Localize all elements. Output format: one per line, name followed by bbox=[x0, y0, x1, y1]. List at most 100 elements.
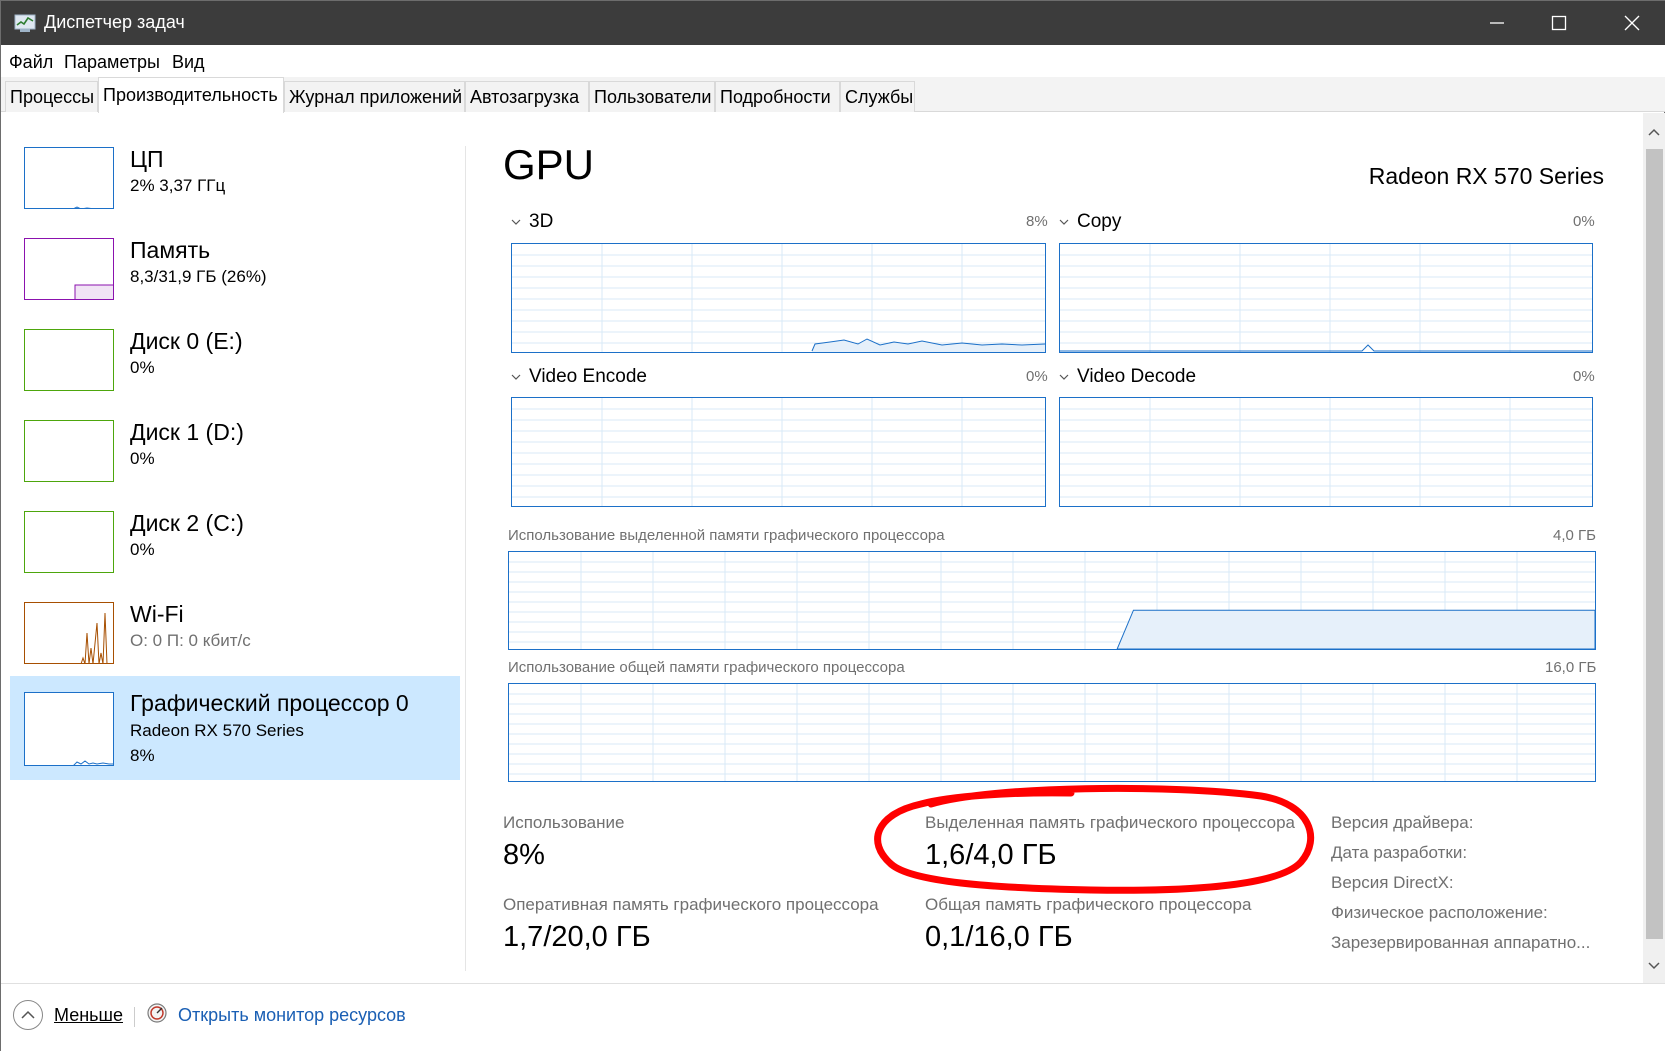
sidebar-item-detail: 2% 3,37 ГГц bbox=[130, 176, 226, 195]
tab-startup[interactable]: Автозагрузка bbox=[465, 81, 589, 112]
sidebar-item-disk-2[interactable]: Диск 2 (C:) 0% bbox=[10, 502, 460, 594]
engine-label: Video Encode bbox=[529, 366, 647, 387]
gpu-model-name: Radeon RX 570 Series bbox=[1368, 163, 1604, 189]
sidebar-item-name: Графический процессор 0 bbox=[130, 690, 409, 716]
driver-version-label: Версия драйвера: bbox=[1331, 813, 1474, 832]
open-resource-monitor-link[interactable]: Открыть монитор ресурсов bbox=[178, 1005, 406, 1026]
engine-video-decode-selector[interactable]: Video Decode bbox=[1059, 366, 1196, 388]
sidebar-item-wifi[interactable]: Wi-Fi О: 0 П: 0 кбит/с bbox=[10, 593, 460, 685]
close-button[interactable] bbox=[1601, 1, 1663, 45]
tab-details[interactable]: Подробности bbox=[715, 81, 840, 112]
disk1-thumbnail-graph bbox=[24, 420, 114, 482]
resource-monitor-icon bbox=[147, 1003, 167, 1023]
engine-video-encode-graph bbox=[511, 397, 1046, 507]
title-bar[interactable]: Диспетчер задач bbox=[1, 1, 1665, 45]
wifi-sparkline bbox=[80, 612, 108, 663]
sidebar-item-gpu-0[interactable]: Графический процессор 0 Radeon RX 570 Se… bbox=[10, 676, 460, 780]
scroll-up-arrow-icon[interactable] bbox=[1643, 123, 1665, 141]
engine-3d-chart bbox=[512, 244, 1046, 352]
cpu-sparkline bbox=[73, 206, 92, 208]
engine-3d-selector[interactable]: 3D bbox=[511, 211, 553, 233]
shared-memory-graph bbox=[508, 683, 1596, 782]
engine-copy-graph bbox=[1059, 243, 1593, 353]
sidebar-item-disk-0[interactable]: Диск 0 (E:) 0% bbox=[10, 320, 460, 412]
engine-copy-percent: 0% bbox=[1573, 213, 1595, 230]
engine-video-encode-chart bbox=[512, 398, 1045, 506]
sidebar-item-disk-1[interactable]: Диск 1 (D:) 0% bbox=[10, 411, 460, 503]
chevron-down-icon bbox=[1059, 219, 1069, 225]
engine-video-decode-graph bbox=[1059, 397, 1593, 507]
gpu-thumbnail-graph bbox=[24, 692, 114, 766]
scrollbar-thumb[interactable] bbox=[1646, 149, 1663, 939]
wifi-thumbnail-graph bbox=[24, 602, 114, 664]
engine-video-encode-selector[interactable]: Video Encode bbox=[511, 366, 647, 388]
cpu-thumbnail-graph bbox=[24, 147, 114, 209]
close-icon bbox=[1624, 15, 1640, 31]
sidebar-item-detail: 0% bbox=[130, 540, 155, 559]
collapse-button[interactable] bbox=[13, 1000, 43, 1030]
engine-video-decode-chart bbox=[1060, 398, 1592, 506]
disk2-thumbnail-graph bbox=[24, 511, 114, 573]
sidebar-item-name: Диск 0 (E:) bbox=[130, 328, 243, 354]
usage-value: 8% bbox=[503, 839, 545, 871]
sidebar-item-name: Wi-Fi bbox=[130, 601, 184, 627]
page-title: GPU bbox=[503, 141, 595, 188]
minimize-button[interactable] bbox=[1466, 1, 1528, 45]
engine-label: Copy bbox=[1077, 211, 1122, 232]
sidebar-item-name: Диск 2 (C:) bbox=[130, 510, 244, 536]
sidebar-item-name: Память bbox=[130, 237, 211, 263]
sidebar-item-memory[interactable]: Память 8,3/31,9 ГБ (26%) bbox=[10, 229, 460, 321]
tab-app-history[interactable]: Журнал приложений bbox=[284, 81, 465, 112]
sidebar-item-detail: 8,3/31,9 ГБ (26%) bbox=[130, 267, 267, 286]
dedicated-memory-graph bbox=[508, 551, 1596, 650]
task-manager-icon bbox=[14, 14, 36, 32]
engine-3d-percent: 8% bbox=[1026, 213, 1048, 230]
driver-date-label: Дата разработки: bbox=[1331, 843, 1468, 862]
maximize-button[interactable] bbox=[1528, 1, 1590, 45]
directx-version-label: Версия DirectX: bbox=[1331, 873, 1454, 892]
usage-label: Использование bbox=[503, 813, 625, 832]
menu-view[interactable]: Вид bbox=[172, 52, 205, 73]
engine-label: Video Decode bbox=[1077, 366, 1197, 387]
engine-video-encode-percent: 0% bbox=[1026, 368, 1048, 385]
shared-memory-value: 0,1/16,0 ГБ bbox=[925, 921, 1073, 953]
disk0-thumbnail-graph bbox=[24, 329, 114, 391]
tab-services[interactable]: Службы bbox=[840, 81, 915, 112]
scroll-down-arrow-icon[interactable] bbox=[1643, 957, 1665, 975]
tab-strip: Процессы Производительность Журнал прило… bbox=[1, 77, 1665, 113]
sidebar-item-detail: 0% bbox=[130, 449, 155, 468]
bottom-bar: Меньше Открыть монитор ресурсов bbox=[1, 983, 1665, 1052]
menu-file[interactable]: Файл bbox=[9, 52, 53, 73]
menu-bar: Файл Параметры Вид bbox=[1, 45, 1665, 77]
fewer-details-link[interactable]: Меньше bbox=[54, 1005, 123, 1026]
task-manager-window: Диспетчер задач Файл Параметры Вид Проце… bbox=[0, 0, 1665, 1052]
window-title: Диспетчер задач bbox=[44, 12, 185, 32]
memory-thumbnail-graph bbox=[24, 238, 114, 300]
shared-memory-graph-label: Использование общей памяти графического … bbox=[508, 659, 905, 676]
tab-processes[interactable]: Процессы bbox=[5, 81, 98, 112]
dedicated-memory-chart bbox=[509, 552, 1596, 650]
engine-video-decode-percent: 0% bbox=[1573, 368, 1595, 385]
bottom-separator bbox=[134, 1007, 135, 1027]
engine-label: 3D bbox=[529, 211, 554, 232]
dedicated-memory-graph-label: Использование выделенной памяти графичес… bbox=[508, 527, 945, 544]
tab-users[interactable]: Пользователи bbox=[589, 81, 715, 112]
gpu-sparkline bbox=[73, 760, 113, 765]
dedicated-memory-area bbox=[1116, 609, 1596, 650]
engine-copy-selector[interactable]: Copy bbox=[1059, 211, 1121, 233]
tab-performance[interactable]: Производительность bbox=[98, 77, 284, 113]
shared-memory-max: 16,0 ГБ bbox=[1545, 659, 1597, 676]
memory-sparkline bbox=[74, 284, 113, 299]
gpu-ram-value: 1,7/20,0 ГБ bbox=[503, 921, 651, 953]
engine-copy-chart bbox=[1060, 244, 1592, 352]
performance-sidebar: ЦП 2% 3,37 ГГц Память 8,3/31,9 ГБ (26%) … bbox=[1, 113, 466, 983]
dedicated-memory-max: 4,0 ГБ bbox=[1553, 527, 1596, 544]
sidebar-item-detail: О: 0 П: 0 кбит/с bbox=[130, 631, 251, 650]
maximize-icon bbox=[1551, 15, 1567, 31]
chevron-up-icon bbox=[21, 1010, 35, 1019]
chevron-down-icon bbox=[511, 219, 521, 225]
sidebar-item-cpu[interactable]: ЦП 2% 3,37 ГГц bbox=[10, 138, 460, 230]
shared-memory-chart bbox=[509, 684, 1595, 781]
minimize-icon bbox=[1490, 22, 1504, 24]
menu-options[interactable]: Параметры bbox=[64, 52, 160, 73]
